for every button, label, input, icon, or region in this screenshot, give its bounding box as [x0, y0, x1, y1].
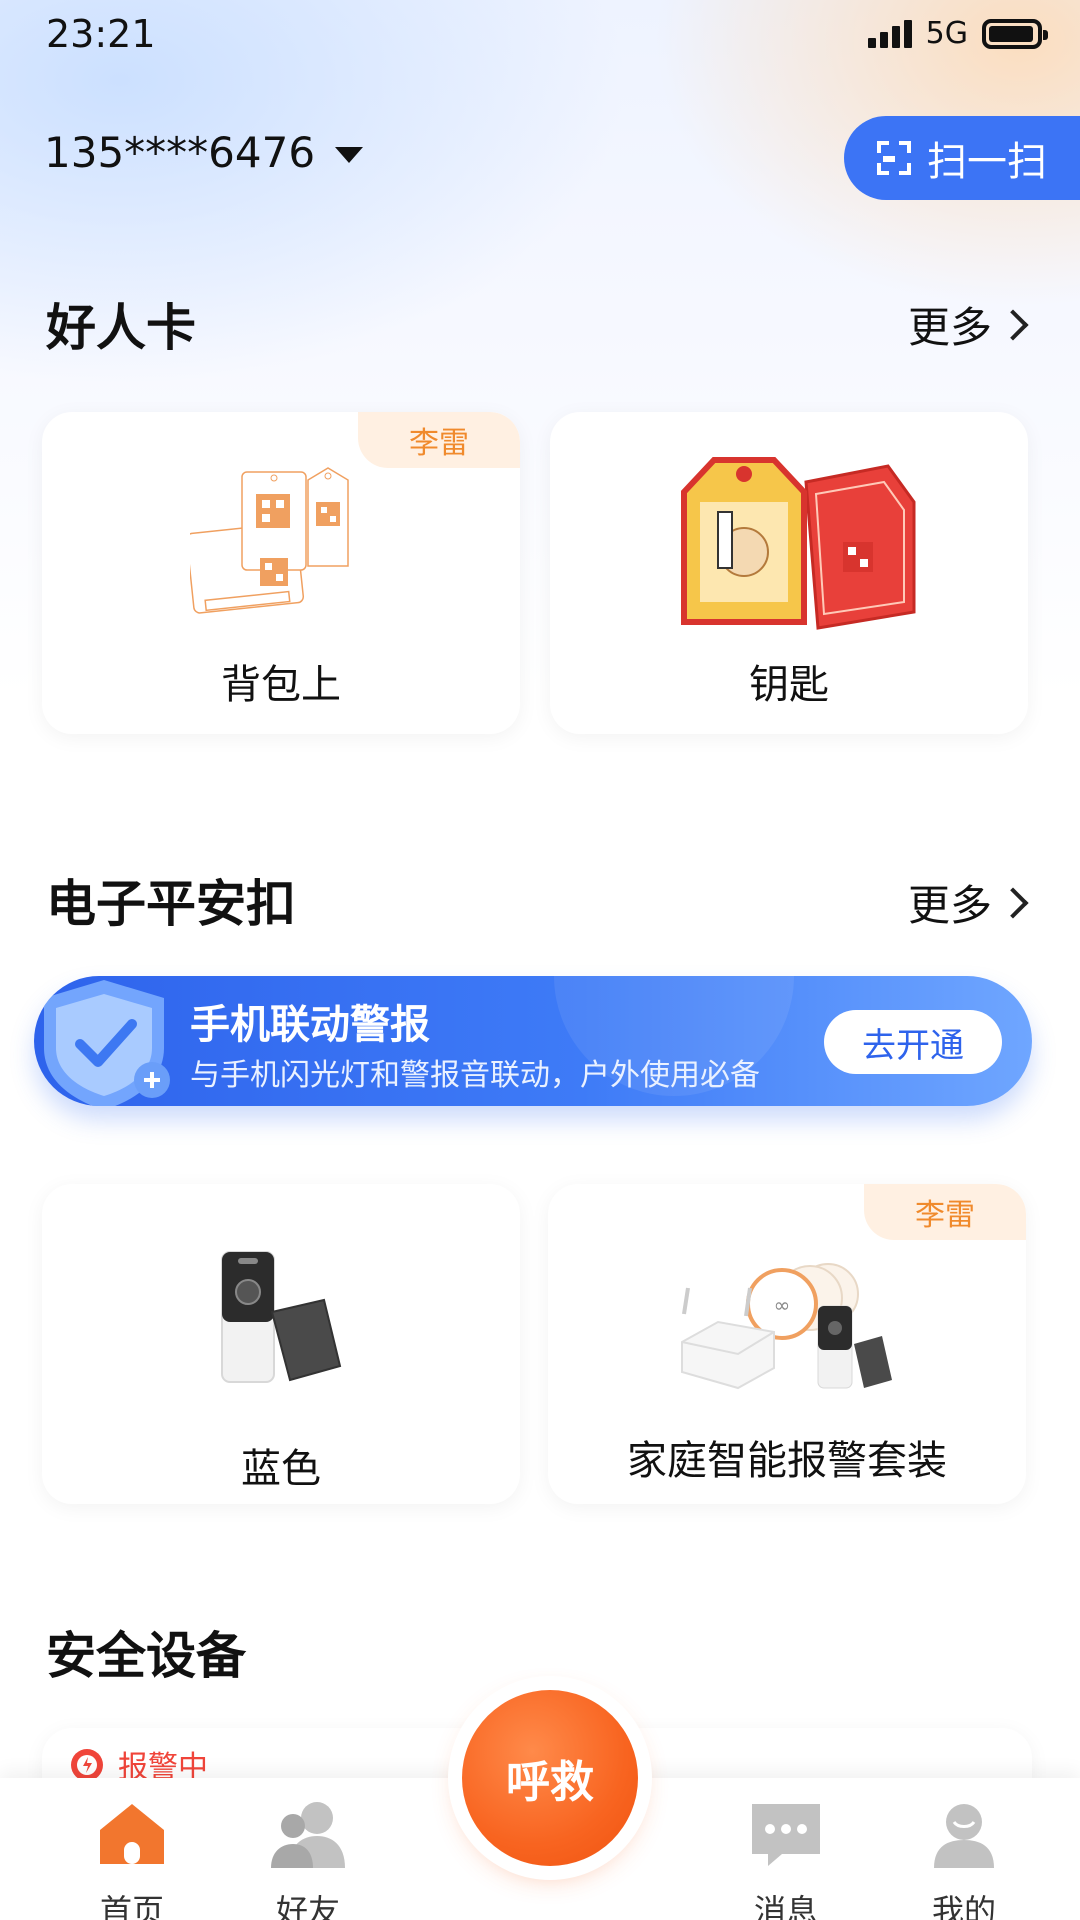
alarm-kit-image: ∞	[681, 1263, 892, 1390]
nav-label: 好友	[275, 1892, 340, 1920]
card-home-alarm-kit[interactable]: 李雷 ∞ 家庭智能报警套装	[548, 1184, 1026, 1504]
card-backpack[interactable]: 李雷 背包上	[42, 412, 520, 734]
account-selector[interactable]: 135****6476	[44, 128, 364, 177]
activate-button[interactable]: 去开通	[824, 1010, 1002, 1074]
more-label: 更多	[907, 303, 992, 352]
nav-label: 我的	[931, 1892, 996, 1920]
safety-button-more-link[interactable]: 更多	[907, 872, 1029, 933]
more-label: 更多	[907, 881, 992, 930]
nav-home[interactable]: 首页	[62, 1798, 202, 1920]
chevron-right-icon	[997, 308, 1029, 341]
nav-label: 首页	[99, 1892, 164, 1920]
scan-label: 扫一扫	[927, 139, 1047, 185]
amulet-image	[681, 457, 916, 630]
phone-alarm-banner[interactable]: 手机联动警报 与手机闪光灯和警报音联动，户外使用必备 去开通	[34, 976, 1032, 1106]
signal-icon	[867, 19, 912, 48]
status-time: 23:21	[46, 12, 156, 56]
svg-text:∞: ∞	[774, 1293, 791, 1317]
profile-icon	[934, 1804, 994, 1868]
section-title-good-person-card: 好人卡	[46, 299, 196, 357]
chevron-right-icon	[997, 886, 1029, 919]
scan-button[interactable]: 扫一扫	[844, 116, 1080, 200]
banner-title: 手机联动警报	[190, 1002, 430, 1048]
nav-label: 消息	[753, 1892, 818, 1920]
message-icon	[752, 1804, 820, 1866]
qr-tags-image	[190, 467, 349, 614]
card-label: 蓝色	[241, 1446, 321, 1492]
owner-tag: 李雷	[864, 1184, 1026, 1240]
card-label: 家庭智能报警套装	[627, 1438, 947, 1484]
status-indicators: 5G	[867, 16, 1048, 51]
sos-button[interactable]: 呼救	[462, 1690, 638, 1866]
friends-icon	[271, 1802, 345, 1868]
card-key[interactable]: 钥匙	[550, 412, 1028, 734]
nav-profile[interactable]: 我的	[894, 1798, 1034, 1920]
network-type: 5G	[925, 16, 968, 51]
caret-down-icon	[335, 146, 364, 163]
card-label: 钥匙	[749, 662, 829, 708]
battery-icon	[982, 18, 1048, 49]
card-blue-device[interactable]: 蓝色	[42, 1184, 520, 1504]
nav-messages[interactable]: 消息	[716, 1798, 856, 1920]
device-image	[221, 1251, 342, 1383]
banner-subtitle: 与手机闪光灯和警报音联动，户外使用必备	[190, 1058, 760, 1093]
scan-icon	[877, 141, 911, 175]
home-icon	[100, 1804, 164, 1864]
nav-friends[interactable]: 好友	[238, 1798, 378, 1920]
good-person-card-more-link[interactable]: 更多	[907, 294, 1029, 355]
section-title-safety-button: 电子平安扣	[46, 875, 296, 933]
account-number: 135****6476	[44, 128, 316, 177]
shield-check-icon	[44, 980, 170, 1106]
card-label: 背包上	[221, 662, 341, 708]
section-title-safety-devices: 安全设备	[46, 1627, 246, 1685]
